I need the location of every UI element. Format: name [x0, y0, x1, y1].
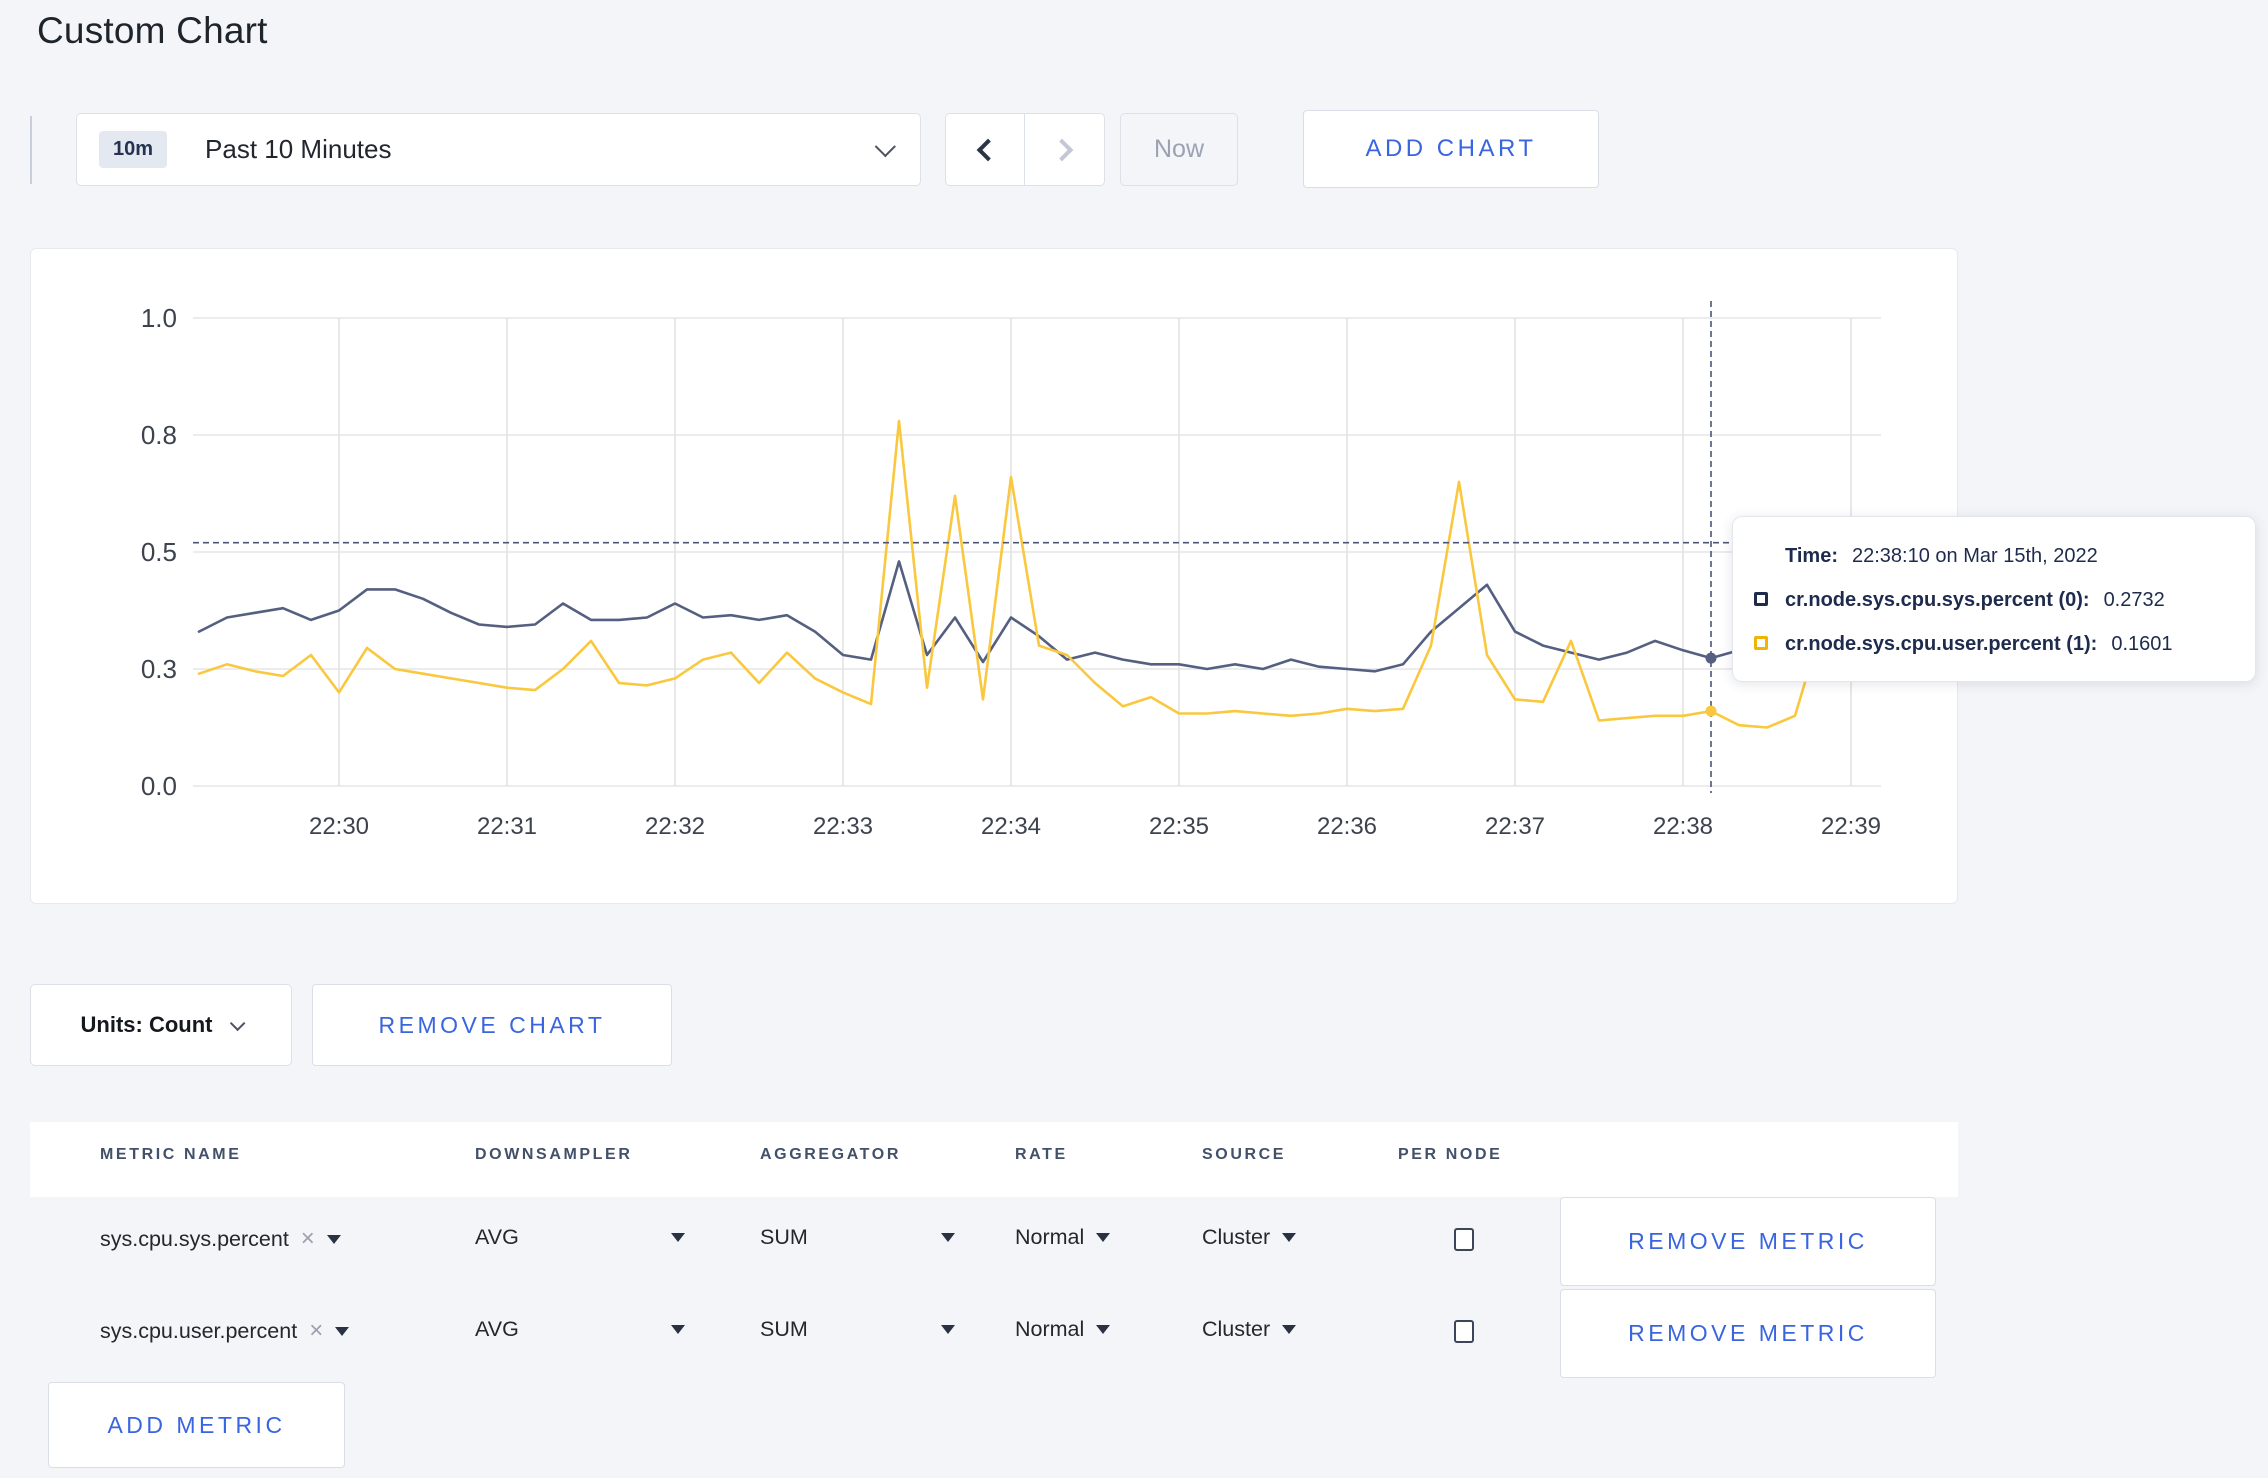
- time-back-button[interactable]: [946, 114, 1025, 185]
- chart-tooltip: Time: 22:38:10 on Mar 15th, 2022 cr.node.…: [1732, 516, 2256, 682]
- per-node-checkbox[interactable]: [1454, 1320, 1474, 1343]
- column-header-aggregator: AGGREGATOR: [760, 1146, 901, 1163]
- custom-chart-card: 0.0 0.3 0.5 0.8 1.0 22:30 22:31 22:32 22:33 22:34…: [30, 248, 1958, 904]
- chevron-left-icon: [976, 138, 1000, 161]
- chevron-down-icon: [874, 136, 896, 158]
- aggregator-value: SUM: [760, 1225, 808, 1249]
- per-node-checkbox[interactable]: [1454, 1228, 1474, 1251]
- svg-text:1.0: 1.0: [141, 303, 177, 333]
- downsampler-select[interactable]: AVG: [475, 1317, 685, 1342]
- metric-row: sys.cpu.sys.percent × AVG SUM Normal Clu…: [30, 1197, 1958, 1288]
- svg-text:0.5: 0.5: [141, 537, 177, 567]
- time-range-badge: 10m: [99, 131, 168, 168]
- time-pager: [945, 113, 1105, 186]
- tooltip-series-label: cr.node.sys.cpu.user.percent (1):: [1785, 633, 2098, 655]
- tooltip-series-row: cr.node.sys.cpu.user.percent (1): 0.1601: [1754, 629, 2235, 659]
- time-range-select[interactable]: 10m Past 10 Minutes: [76, 113, 921, 186]
- series-swatch-icon: [1754, 592, 1768, 606]
- rate-value: Normal: [1015, 1225, 1085, 1249]
- svg-text:22:35: 22:35: [1149, 813, 1209, 840]
- metric-name-value: sys.cpu.sys.percent: [100, 1226, 289, 1251]
- downsampler-value: AVG: [475, 1225, 519, 1249]
- source-value: Cluster: [1202, 1317, 1271, 1341]
- source-select[interactable]: Cluster: [1202, 1225, 1297, 1250]
- remove-chart-button[interactable]: REMOVE CHART: [312, 984, 672, 1066]
- column-header-rate: RATE: [1015, 1146, 1068, 1163]
- svg-text:22:32: 22:32: [645, 813, 705, 840]
- page-title: Custom Chart: [37, 10, 268, 51]
- source-value: Cluster: [1202, 1225, 1271, 1249]
- column-header-source: SOURCE: [1202, 1146, 1287, 1163]
- svg-text:0.3: 0.3: [141, 654, 177, 684]
- units-label: Units: Count: [80, 1012, 213, 1037]
- aggregator-value: SUM: [760, 1317, 808, 1341]
- column-header-downsampler: DOWNSAMPLER: [475, 1146, 633, 1163]
- units-select[interactable]: Units: Count: [30, 984, 292, 1066]
- tooltip-series-value: 0.1601: [2111, 633, 2173, 655]
- svg-text:22:39: 22:39: [1821, 813, 1881, 840]
- tooltip-time-row: Time: 22:38:10 on Mar 15th, 2022: [1785, 541, 2235, 571]
- svg-text:22:33: 22:33: [813, 813, 873, 840]
- svg-text:22:37: 22:37: [1485, 813, 1545, 840]
- caret-down-icon: [326, 1234, 341, 1244]
- metric-row: sys.cpu.user.percent × AVG SUM Normal Cl…: [30, 1289, 1958, 1380]
- caret-down-icon: [1096, 1233, 1111, 1242]
- add-chart-button[interactable]: ADD CHART: [1303, 110, 1599, 188]
- rate-select[interactable]: Normal: [1015, 1317, 1111, 1342]
- svg-text:22:34: 22:34: [981, 813, 1041, 840]
- svg-text:22:30: 22:30: [309, 813, 369, 840]
- column-header-metric-name: METRIC NAME: [100, 1146, 242, 1163]
- svg-text:22:36: 22:36: [1317, 813, 1377, 840]
- tooltip-time-label: Time:: [1785, 545, 1838, 567]
- series-swatch-icon: [1754, 636, 1768, 650]
- cpu-usage-chart[interactable]: 0.0 0.3 0.5 0.8 1.0 22:30 22:31 22:32 22:33 22:34…: [31, 249, 1959, 905]
- svg-text:22:38: 22:38: [1653, 813, 1713, 840]
- column-header-per-node: PER NODE: [1398, 1146, 1503, 1163]
- aggregator-select[interactable]: SUM: [760, 1317, 955, 1342]
- caret-down-icon: [1282, 1233, 1297, 1242]
- add-metric-button[interactable]: ADD METRIC: [48, 1382, 345, 1468]
- clear-metric-icon[interactable]: ×: [301, 1225, 315, 1253]
- source-select[interactable]: Cluster: [1202, 1317, 1297, 1342]
- downsampler-select[interactable]: AVG: [475, 1225, 685, 1250]
- downsampler-value: AVG: [475, 1317, 519, 1341]
- time-range-label: Past 10 Minutes: [205, 134, 392, 164]
- chevron-right-icon: [1050, 138, 1073, 161]
- tooltip-time-value: 22:38:10 on Mar 15th, 2022: [1851, 545, 2098, 567]
- caret-down-icon: [1096, 1325, 1111, 1334]
- caret-down-icon: [941, 1325, 955, 1334]
- metric-name-value: sys.cpu.user.percent: [100, 1318, 298, 1343]
- svg-text:22:31: 22:31: [477, 813, 537, 840]
- rate-value: Normal: [1015, 1317, 1085, 1341]
- chevron-down-icon: [230, 1015, 246, 1031]
- tooltip-series-label: cr.node.sys.cpu.sys.percent (0):: [1785, 589, 2090, 611]
- toolbar-divider: [30, 116, 32, 184]
- metric-name-select[interactable]: sys.cpu.user.percent ×: [100, 1317, 350, 1345]
- aggregator-select[interactable]: SUM: [760, 1225, 955, 1250]
- caret-down-icon: [941, 1233, 955, 1242]
- metric-name-select[interactable]: sys.cpu.sys.percent ×: [100, 1225, 341, 1253]
- caret-down-icon: [671, 1325, 685, 1334]
- now-button[interactable]: Now: [1120, 113, 1238, 186]
- clear-metric-icon[interactable]: ×: [309, 1317, 323, 1345]
- tooltip-series-row: cr.node.sys.cpu.sys.percent (0): 0.2732: [1754, 585, 2235, 615]
- remove-metric-button[interactable]: REMOVE METRIC: [1560, 1197, 1936, 1286]
- caret-down-icon: [335, 1326, 350, 1336]
- caret-down-icon: [671, 1233, 685, 1242]
- svg-text:0.8: 0.8: [141, 420, 177, 450]
- tooltip-series-value: 0.2732: [2103, 589, 2165, 611]
- rate-select[interactable]: Normal: [1015, 1225, 1111, 1250]
- remove-metric-button[interactable]: REMOVE METRIC: [1560, 1289, 1936, 1378]
- metrics-table-header: METRIC NAME DOWNSAMPLER AGGREGATOR RATE …: [30, 1122, 1958, 1197]
- svg-text:0.0: 0.0: [141, 771, 177, 801]
- time-forward-button[interactable]: [1025, 114, 1104, 185]
- caret-down-icon: [1282, 1325, 1297, 1334]
